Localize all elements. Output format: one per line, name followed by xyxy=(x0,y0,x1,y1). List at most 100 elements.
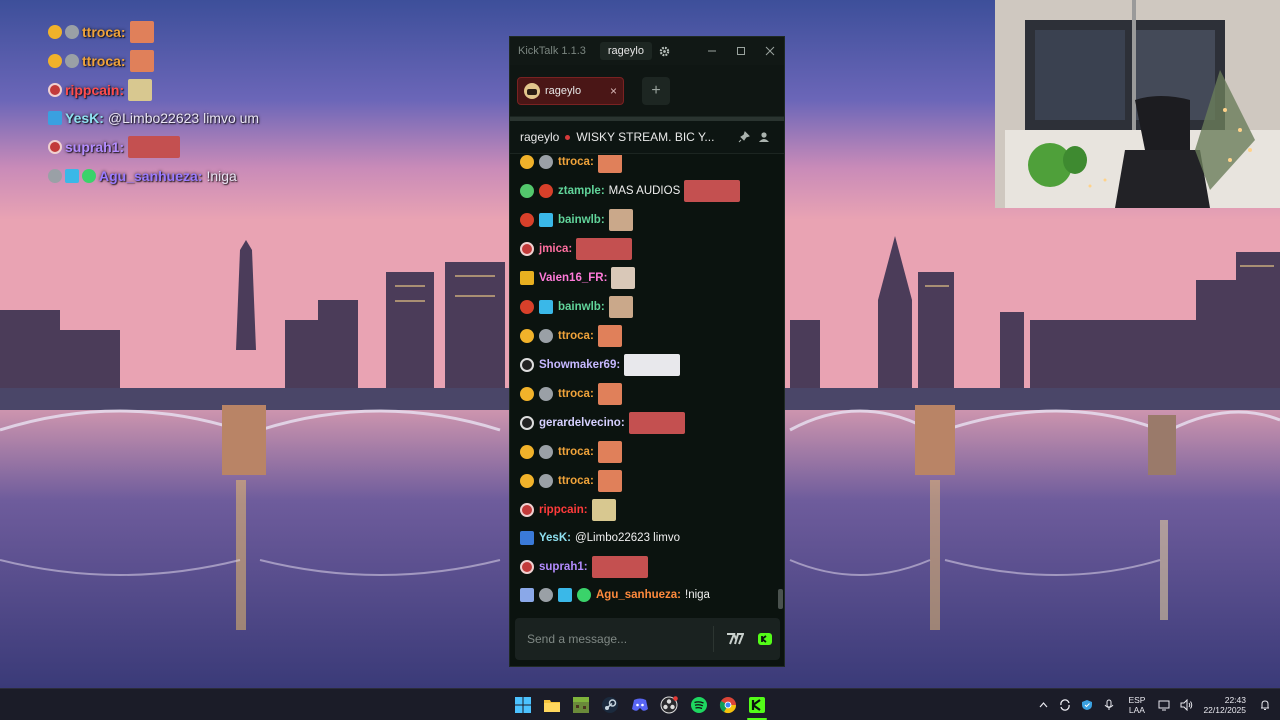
emote-image xyxy=(608,296,633,318)
spotify-icon[interactable] xyxy=(690,696,708,714)
sub-badge-icon xyxy=(520,329,534,343)
microphone-tray-button[interactable] xyxy=(1098,699,1120,711)
vip-badge-icon xyxy=(520,531,534,545)
overlay-message: suprah1: xyxy=(48,133,348,162)
chrome-icon[interactable] xyxy=(719,696,737,714)
gear-icon xyxy=(660,46,670,56)
chat-username[interactable]: Showmaker69 xyxy=(539,359,616,371)
chat-username[interactable]: ttroca xyxy=(558,475,590,487)
account-chip[interactable]: rageylo xyxy=(599,42,652,60)
minimize-button[interactable] xyxy=(697,37,726,65)
steam-icon[interactable] xyxy=(601,696,619,714)
chat-username[interactable]: ttroca xyxy=(558,446,590,458)
pin-button[interactable] xyxy=(734,131,754,143)
add-tab-button[interactable]: + xyxy=(642,76,670,105)
cube-badge-icon xyxy=(65,168,79,183)
pin-icon xyxy=(738,131,750,143)
chat-username[interactable]: ttroca xyxy=(558,156,590,168)
chat-username[interactable]: Agu_sanhueza xyxy=(596,589,677,601)
moderator-badge-icon xyxy=(48,140,62,155)
discord-icon[interactable] xyxy=(631,696,649,714)
chat-separator: : xyxy=(600,185,605,197)
keyboard-language-indicator[interactable]: ESP LAA xyxy=(1128,695,1145,715)
chat-message: ttroca: xyxy=(520,469,622,493)
chat-username[interactable]: gerardelvecino xyxy=(539,417,621,429)
file-explorer-icon[interactable] xyxy=(543,696,561,714)
chat-separator: : xyxy=(589,475,594,487)
chat-scroll-thumb[interactable] xyxy=(778,589,783,609)
chat-username[interactable]: suprah1 xyxy=(539,561,584,573)
founder-badge-icon xyxy=(520,588,534,602)
channel-tab-bar: rageylo × + xyxy=(510,65,784,117)
stream-title: WISKY STREAM. BIC Y... xyxy=(576,130,715,144)
overlay-message-text: @Limbo22623 limvo um xyxy=(107,110,260,127)
chat-username[interactable]: ztample xyxy=(558,185,601,197)
chat-message-list[interactable]: ttroca: ztample: MAS AUDIOS bainwlb: jmi… xyxy=(510,155,778,611)
chat-username[interactable]: bainwlb xyxy=(558,214,601,226)
sync-tray-button[interactable] xyxy=(1054,699,1076,711)
sub-badge-icon xyxy=(520,155,534,169)
minimize-icon xyxy=(707,50,716,52)
chat-message-text: !niga xyxy=(685,589,710,601)
live-indicator-icon xyxy=(565,134,571,140)
cube-badge-icon xyxy=(539,213,553,227)
chat-separator: : xyxy=(583,561,588,573)
window-titlebar[interactable]: KickTalk 1.1.3 rageylo xyxy=(510,37,784,65)
clock-time: 22:43 xyxy=(1224,695,1246,705)
close-window-button[interactable] xyxy=(755,37,784,65)
stream-info-bar: rageylo WISKY STREAM. BIC Y... xyxy=(510,121,784,154)
volume-tray-button[interactable] xyxy=(1175,699,1197,711)
notifications-button[interactable] xyxy=(1254,699,1276,711)
close-icon xyxy=(765,46,774,56)
kick-emote-button[interactable] xyxy=(750,626,780,652)
chat-username[interactable]: ttroca xyxy=(558,388,590,400)
notification-bell-icon xyxy=(1261,700,1269,710)
windows-start-icon[interactable] xyxy=(514,696,532,714)
network-tray-button[interactable] xyxy=(1153,699,1175,711)
overlay-separator: : xyxy=(99,110,104,127)
chat-separator: : xyxy=(589,388,594,400)
overlay-message: ttroca: xyxy=(48,47,348,76)
channel-avatar xyxy=(524,82,540,99)
user-icon xyxy=(759,132,769,142)
7tv-emote-button[interactable] xyxy=(720,626,750,652)
overlay-separator: : xyxy=(119,139,125,156)
tab-rageylo[interactable]: rageylo × xyxy=(517,76,624,105)
verified-badge-icon xyxy=(82,168,96,183)
overlay-separator: : xyxy=(120,53,126,70)
gifter-badge-icon xyxy=(48,168,62,183)
tab-close-button[interactable]: × xyxy=(610,84,617,98)
chat-username[interactable]: Vaien16_FR xyxy=(539,272,604,284)
emote-image xyxy=(129,50,154,73)
microphone-icon xyxy=(1105,699,1114,710)
overlay-username: rippcain xyxy=(65,81,120,98)
maximize-button[interactable] xyxy=(726,37,755,65)
show-hidden-icons-button[interactable] xyxy=(1032,702,1054,708)
kick-icon[interactable] xyxy=(748,696,766,714)
gifter-badge-icon xyxy=(539,445,553,459)
chat-username[interactable]: YesK xyxy=(539,532,567,544)
chat-username[interactable]: rippcain xyxy=(539,504,584,516)
overlay-username: ttroca xyxy=(82,53,121,70)
chat-username[interactable]: bainwlb xyxy=(558,301,601,313)
emote-image xyxy=(591,556,648,578)
chat-scrollbar[interactable] xyxy=(776,155,784,611)
chat-message-input[interactable] xyxy=(527,632,713,646)
chat-separator: : xyxy=(600,301,605,313)
clock-date: 22/12/2025 xyxy=(1203,705,1246,715)
chat-username[interactable]: jmica xyxy=(539,243,568,255)
obs-icon[interactable] xyxy=(660,696,678,714)
emote-image xyxy=(624,354,681,376)
defender-tray-button[interactable] xyxy=(1076,699,1098,711)
chat-message: Agu_sanhueza: !niga xyxy=(520,583,710,607)
taskbar-clock[interactable]: 22:43 22/12/2025 xyxy=(1203,695,1246,715)
chat-username[interactable]: ttroca xyxy=(558,330,590,342)
emote-image xyxy=(128,136,181,159)
minecraft-icon[interactable] xyxy=(572,696,590,714)
chat-message: bainwlb: xyxy=(520,208,633,232)
overlay-message: YesK: @Limbo22623 limvo um xyxy=(48,104,348,133)
settings-button[interactable] xyxy=(652,37,678,65)
og-badge-icon xyxy=(520,300,534,314)
webcam-feed-image xyxy=(995,0,1280,208)
user-list-button[interactable] xyxy=(754,131,774,143)
